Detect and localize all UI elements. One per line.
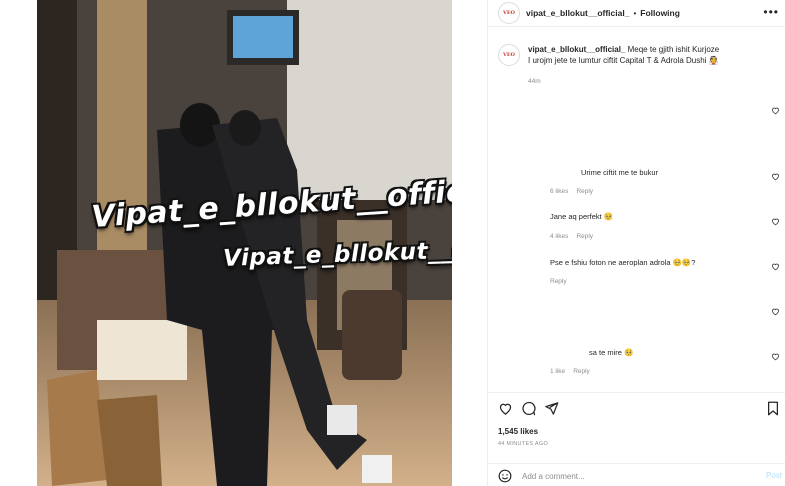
reply-link[interactable]: Reply — [576, 233, 593, 240]
comment-meta: 4 likes Reply — [550, 233, 601, 240]
caption-line-2: I urojm jete te lumtur ciftit Capital T … — [528, 56, 719, 65]
caption-username[interactable]: vipat_e_bllokut__official_ — [528, 45, 625, 54]
comment-meta: 6 likes Reply — [550, 188, 601, 195]
heart-icon[interactable] — [771, 307, 780, 316]
heart-icon[interactable] — [771, 217, 780, 226]
post-actions: 1,545 likes 44 MINUTES AGO Post — [488, 392, 785, 486]
add-comment-bar: Post — [488, 463, 785, 486]
likes-count[interactable]: 1,545 likes — [498, 427, 538, 436]
caption-line-1: Meqe te gjith ishit Kurjoze — [627, 45, 720, 54]
comment-text: Urime ciftit me te bukur — [581, 168, 659, 177]
heart-icon[interactable] — [771, 106, 780, 115]
post-photo[interactable]: Vipat_e_bllokut__official_ Vipat_e_bllok… — [37, 0, 452, 486]
share-icon[interactable] — [544, 401, 559, 416]
reply-link[interactable]: Reply — [576, 188, 593, 195]
heart-icon[interactable] — [771, 172, 780, 181]
avatar-logo: VEO — [502, 10, 516, 16]
comment-meta: 1 like Reply — [550, 368, 598, 375]
reply-link[interactable]: Reply — [573, 368, 590, 375]
avatar[interactable]: VEO — [498, 2, 520, 24]
caption: VEO vipat_e_bllokut__official_ Meqe te g… — [498, 44, 719, 66]
heart-icon[interactable] — [498, 401, 513, 416]
comment-meta: Reply — [550, 278, 575, 285]
action-icons — [498, 401, 559, 416]
comment-likes[interactable]: 1 like — [550, 368, 565, 375]
caption-time: 44m — [528, 78, 541, 85]
post-header: VEO vipat_e_bllokut__official_ • Followi… — [488, 0, 785, 27]
emoji-icon[interactable] — [498, 469, 512, 483]
instagram-post-view: Vipat_e_bllokut__official_ Vipat_e_bllok… — [0, 0, 785, 486]
comment-likes[interactable]: 6 likes — [550, 188, 568, 195]
add-comment-input[interactable] — [522, 469, 742, 483]
avatar-logo: VEO — [502, 52, 516, 58]
reply-link[interactable]: Reply — [550, 278, 567, 285]
bookmark-icon[interactable] — [766, 401, 780, 416]
post-timestamp: 44 MINUTES AGO — [498, 441, 549, 447]
more-icon[interactable]: ••• — [763, 5, 779, 19]
comment-text: sa te mire 🥺 — [589, 348, 634, 357]
heart-icon[interactable] — [771, 262, 780, 271]
comment-text: Pse e fshiu foton ne aeroplan adrola 🥺🥺? — [550, 258, 696, 267]
post-button[interactable]: Post — [766, 471, 782, 480]
header-username[interactable]: vipat_e_bllokut__official_ — [526, 8, 629, 18]
separator-dot: • — [633, 8, 637, 18]
caption-text: vipat_e_bllokut__official_ Meqe te gjith… — [528, 44, 719, 66]
caption-avatar[interactable]: VEO — [498, 44, 520, 66]
comment-text: Jane aq perfekt 🥺 — [550, 212, 614, 221]
heart-icon[interactable] — [771, 352, 780, 361]
following-button[interactable]: Following — [640, 8, 680, 18]
comment-icon[interactable] — [521, 401, 536, 416]
comment-likes[interactable]: 4 likes — [550, 233, 568, 240]
post-details-panel: VEO vipat_e_bllokut__official_ • Followi… — [487, 0, 785, 486]
